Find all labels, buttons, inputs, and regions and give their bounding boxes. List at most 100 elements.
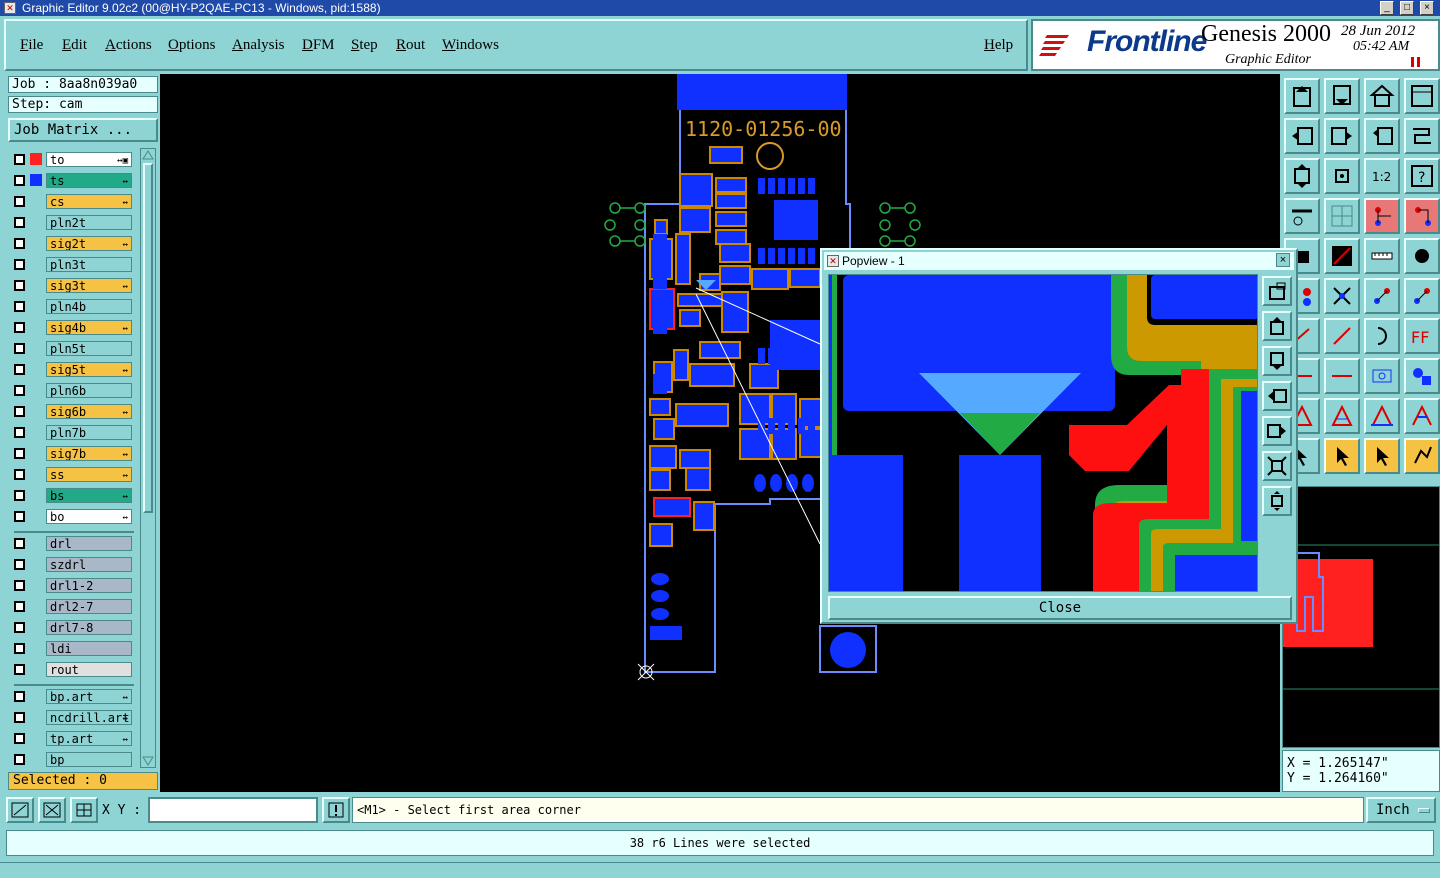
menu-windows[interactable]: Windows [442, 37, 499, 54]
minimize-button[interactable]: _ [1380, 1, 1394, 15]
layer-row-sig5t[interactable]: sig5t ↔ [8, 362, 134, 377]
center-tool-button[interactable] [1324, 158, 1360, 194]
arrow-pad-2-tool-button[interactable] [1404, 278, 1440, 314]
popview-close-button[interactable]: Close [828, 596, 1292, 620]
snap-button[interactable] [6, 797, 34, 823]
layer-row-tp-art[interactable]: tp.art ↔ [8, 731, 134, 746]
popview-left-button[interactable] [1262, 381, 1292, 411]
layer-color-swatch[interactable] [30, 153, 42, 165]
triangle-4-tool-button[interactable] [1404, 398, 1440, 434]
layer-name[interactable]: pln5t [46, 341, 132, 356]
layer-checkbox[interactable] [14, 559, 25, 570]
move-left-tool-button[interactable] [1284, 118, 1320, 154]
layer-row-pln3t[interactable]: pln3t [8, 257, 134, 272]
layer-row-rout[interactable]: rout [8, 662, 134, 677]
layer-name[interactable]: drl7-8 [46, 620, 132, 635]
layer-checkbox[interactable] [14, 259, 25, 270]
menu-rout[interactable]: Rout [396, 37, 425, 54]
layer-row-ss[interactable]: ss ↔ [8, 467, 134, 482]
layer-row-sig4b[interactable]: sig4b ↔ [8, 320, 134, 335]
layer-checkbox[interactable] [14, 733, 25, 744]
layer-name[interactable]: drl [46, 536, 132, 551]
pad-round-tool-button[interactable] [1404, 238, 1440, 274]
menu-actions[interactable]: Actions [105, 37, 152, 54]
popview-zoom-in-button[interactable] [1262, 451, 1292, 481]
layer-checkbox[interactable] [14, 712, 25, 723]
scroll-up-icon[interactable] [142, 150, 154, 160]
group-tool-button[interactable] [1364, 358, 1400, 394]
job-matrix-button[interactable]: Job Matrix ... [8, 118, 158, 142]
layer-name[interactable]: pln2t [46, 215, 132, 230]
layer-name[interactable]: sig6b ↔ [46, 404, 132, 419]
layer-checkbox[interactable] [14, 754, 25, 765]
layer-row-sig2t[interactable]: sig2t ↔ [8, 236, 134, 251]
move-right-tool-button[interactable] [1324, 118, 1360, 154]
layer-name[interactable]: sig5t ↔ [46, 362, 132, 377]
save-tool-button[interactable] [1324, 78, 1360, 114]
layer-name[interactable]: pln7b [46, 425, 132, 440]
overview-map[interactable] [1282, 486, 1440, 748]
layer-name[interactable]: bp.art ↔ [46, 689, 132, 704]
layer-row-ts[interactable]: ts ↔ [8, 173, 134, 188]
layer-row-bp-art[interactable]: bp.art ↔ [8, 689, 134, 704]
menu-dfm[interactable]: DFM [302, 37, 335, 54]
home-tool-button[interactable] [1364, 78, 1400, 114]
layer-name[interactable]: ldi [46, 641, 132, 656]
popview-right-button[interactable] [1262, 416, 1292, 446]
layer-row-to[interactable]: to ↔▣ [8, 152, 134, 167]
undo-tool-button[interactable] [1364, 118, 1400, 154]
layer-checkbox[interactable] [14, 448, 25, 459]
layer-checkbox[interactable] [14, 364, 25, 375]
layer-row-drl7-8[interactable]: drl7-8 [8, 620, 134, 635]
menu-help[interactable]: Help [984, 37, 1013, 54]
pause-icon[interactable] [1411, 57, 1421, 67]
layer-checkbox[interactable] [14, 385, 25, 396]
layer-checkbox[interactable] [14, 175, 25, 186]
layer-checkbox[interactable] [14, 511, 25, 522]
scroll-thumb[interactable] [143, 163, 153, 513]
edit-tool-button[interactable] [1324, 238, 1360, 274]
net-tool-button[interactable] [1364, 198, 1400, 234]
layer-name[interactable]: pln6b [46, 383, 132, 398]
pointer-3-tool-button[interactable] [1364, 438, 1400, 474]
layer-scrollbar[interactable] [140, 148, 156, 768]
triangle-3-tool-button[interactable] [1364, 398, 1400, 434]
layer-checkbox[interactable] [14, 601, 25, 612]
layer-checkbox[interactable] [14, 301, 25, 312]
shapes-tool-button[interactable] [1404, 358, 1440, 394]
layer-checkbox[interactable] [14, 322, 25, 333]
fifo-tool-button[interactable]: FF [1404, 318, 1440, 354]
layer-checkbox[interactable] [14, 406, 25, 417]
layer-name[interactable]: tp.art ↔ [46, 731, 132, 746]
layer-name[interactable]: sig2t ↔ [46, 236, 132, 251]
measure-button[interactable] [38, 797, 66, 823]
layer-row-pln6b[interactable]: pln6b [8, 383, 134, 398]
popview-canvas[interactable] [828, 274, 1258, 592]
layer-name[interactable]: ncdrill.art ↔ [46, 710, 132, 725]
popview-title-bar[interactable]: ✕ Popview - 1 × [824, 252, 1294, 270]
layer-name[interactable]: drl2-7 [46, 599, 132, 614]
layer-checkbox[interactable] [14, 343, 25, 354]
layer-row-ncdrill-art[interactable]: ncdrill.art ↔ [8, 710, 134, 725]
layer-checkbox[interactable] [14, 664, 25, 675]
layer-checkbox[interactable] [14, 196, 25, 207]
layer-row-pln7b[interactable]: pln7b [8, 425, 134, 440]
layer-checkbox[interactable] [14, 427, 25, 438]
slash-tool-button[interactable] [1324, 318, 1360, 354]
minus-tool-button[interactable] [1324, 358, 1360, 394]
layer-row-pln2t[interactable]: pln2t [8, 215, 134, 230]
menu-options[interactable]: Options [168, 37, 216, 54]
layer-name[interactable]: ss ↔ [46, 467, 132, 482]
menu-step[interactable]: Step [351, 37, 378, 54]
popview-up-button[interactable] [1262, 311, 1292, 341]
layer-row-szdrl[interactable]: szdrl [8, 557, 134, 572]
arc-tool-button[interactable] [1364, 318, 1400, 354]
layer-name[interactable]: szdrl [46, 557, 132, 572]
layer-row-sig3t[interactable]: sig3t ↔ [8, 278, 134, 293]
layer-row-sig6b[interactable]: sig6b ↔ [8, 404, 134, 419]
layer-name[interactable]: bs ↔ [46, 488, 132, 503]
close-button[interactable]: × [1420, 1, 1434, 15]
grid-button[interactable] [70, 797, 98, 823]
layer-checkbox[interactable] [14, 691, 25, 702]
layer-row-drl[interactable]: drl [8, 536, 134, 551]
